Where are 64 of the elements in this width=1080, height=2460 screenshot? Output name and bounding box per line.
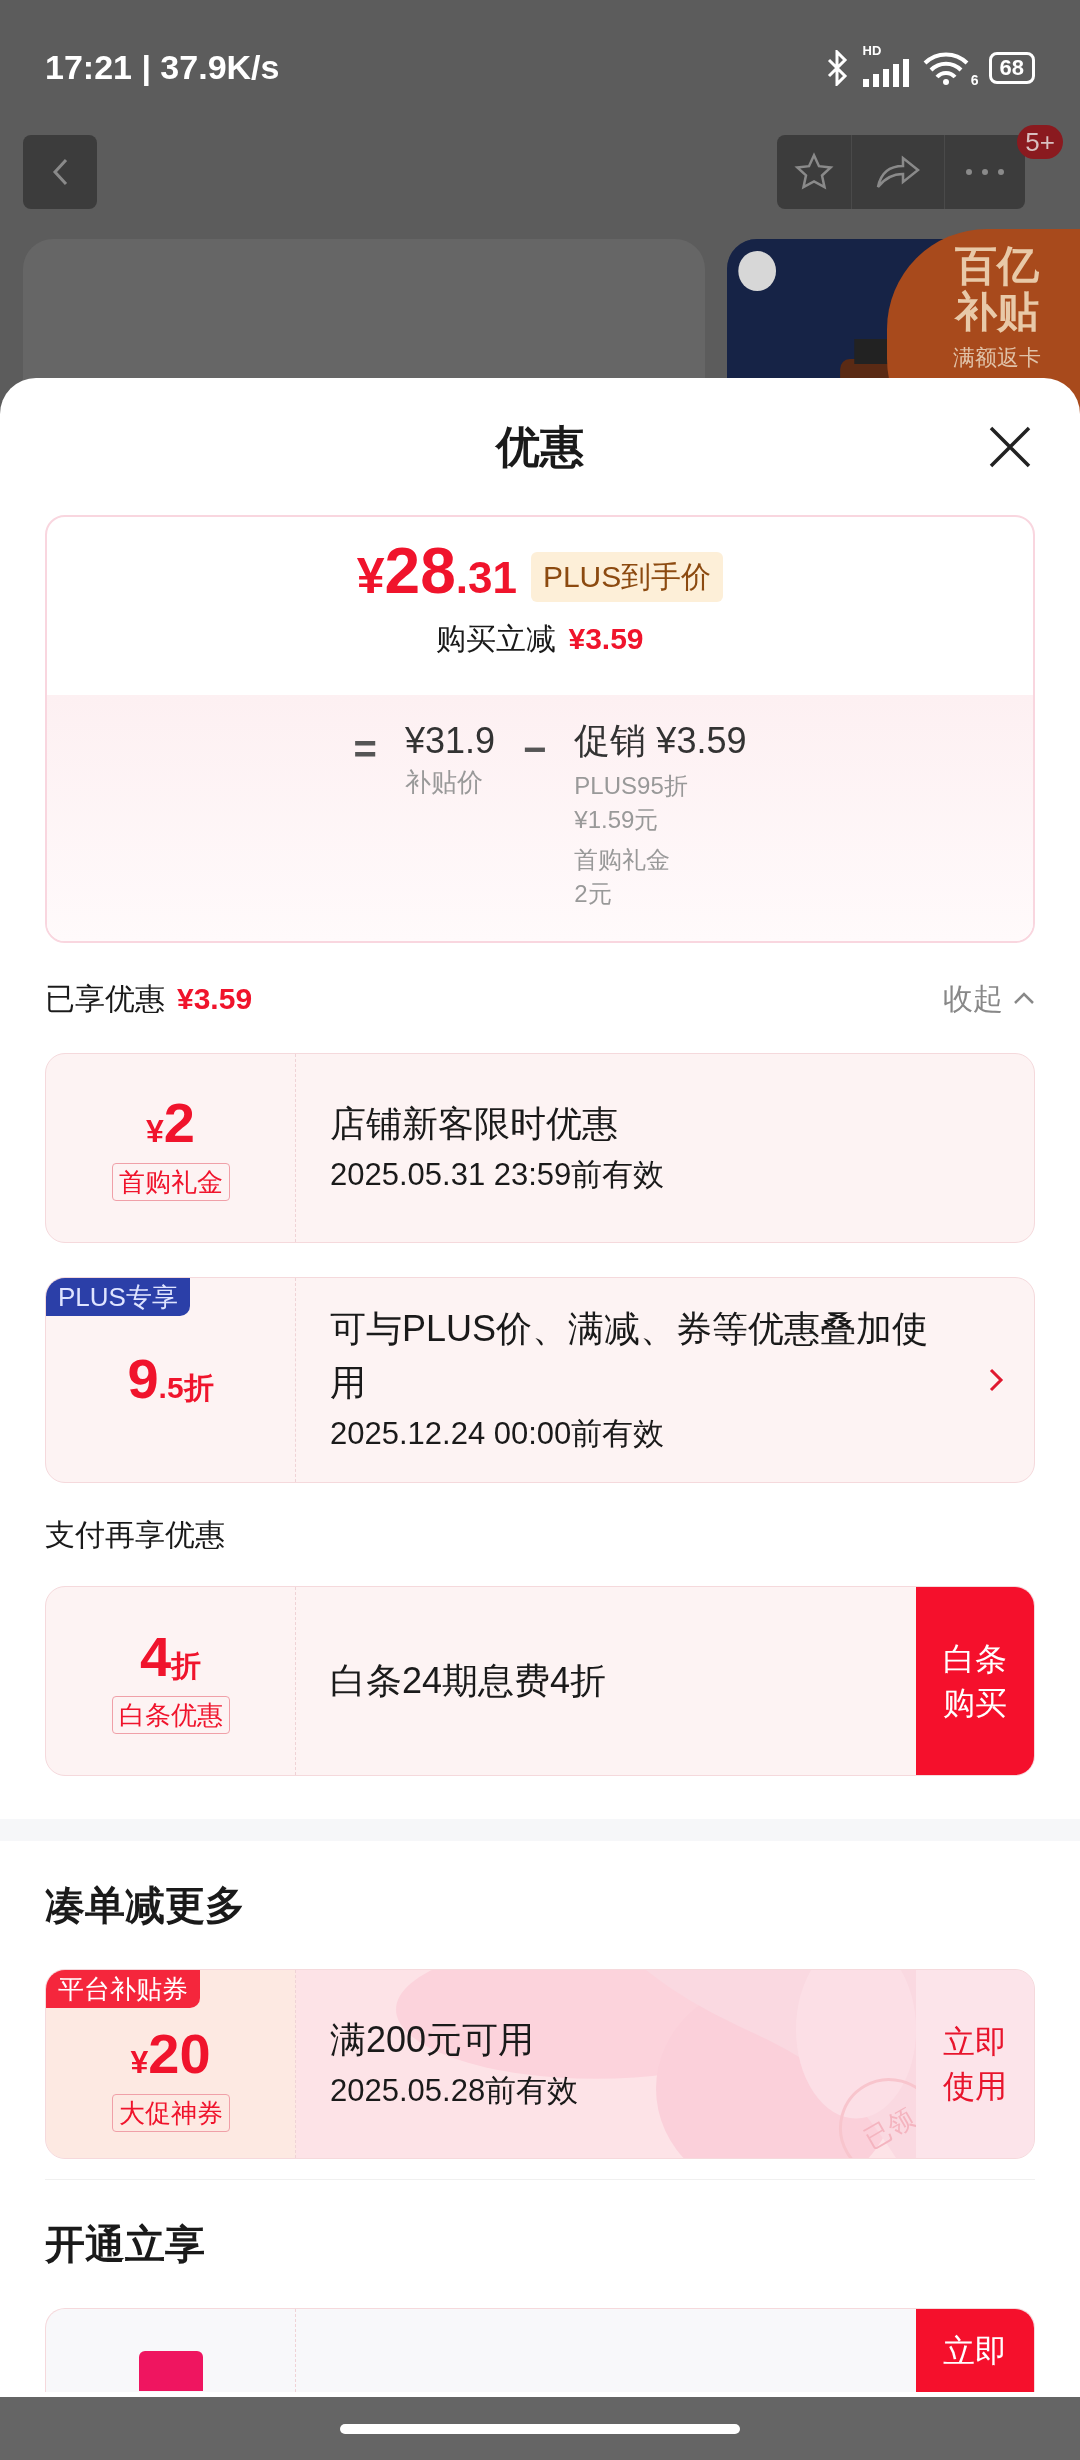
coupon-unit: 折: [171, 1648, 202, 1684]
wifi-label: 6: [970, 70, 979, 90]
share-icon: [875, 154, 921, 190]
coupon-value: 20: [148, 2026, 211, 2082]
action-button[interactable]: 白条 购买: [916, 1587, 1034, 1775]
currency-symbol: ¥: [130, 2044, 149, 2082]
card-icon: [138, 2350, 203, 2391]
coupon-value: 4: [139, 1628, 172, 1685]
plus-price-tag: PLUS到手价: [530, 551, 724, 602]
more-icon: [965, 168, 1005, 176]
coupon-tag: 大促神券: [111, 2094, 230, 2132]
wifi-icon: [922, 50, 969, 85]
coupon-validity: 2025.05.31 23:59前有效: [330, 1156, 666, 1194]
coupon-unit: .5折: [158, 1369, 214, 1406]
corner-label: PLUS专享: [46, 1278, 190, 1316]
section-heading: 开通立享: [45, 2221, 205, 2268]
coupon-title: 店铺新客限时优惠: [330, 1102, 619, 1146]
coupon-tag: 白条优惠: [111, 1695, 230, 1734]
chevron-left-icon: [51, 157, 69, 187]
reduce-label: 购买立减: [436, 621, 557, 657]
close-icon[interactable]: [988, 424, 1032, 469]
price-main: 28: [384, 539, 456, 603]
currency-symbol: ¥: [146, 1113, 164, 1151]
coupon-title: 白条24期息费4折: [330, 1659, 608, 1703]
coupon-value: 9: [127, 1350, 159, 1407]
promo-amount: 2元: [574, 879, 613, 909]
badge-subtitle: 满额返卡: [953, 344, 1041, 372]
chevron-up-icon: [1013, 991, 1035, 1005]
base-price: ¥31.9: [404, 719, 495, 763]
back-button[interactable]: [23, 135, 97, 209]
section-heading: 凑单减更多: [45, 1882, 245, 1929]
coupon-tag: 首购礼金: [111, 1163, 230, 1201]
promo-label: 首购礼金: [574, 845, 672, 875]
action-button[interactable]: 立即: [916, 2309, 1034, 2392]
coupon-value: 2: [163, 1095, 195, 1151]
share-button[interactable]: [851, 135, 945, 209]
bluetooth-icon: [826, 49, 849, 86]
hd-label: HD: [862, 41, 882, 60]
savings-amount: ¥3.59: [177, 980, 253, 1017]
collapse-button[interactable]: 收起: [943, 975, 1035, 1021]
coupon-title: 满200元可用: [330, 2018, 536, 2062]
promo-amount: ¥1.59元: [574, 805, 660, 835]
status-time: 17:21 | 37.9K/s: [45, 47, 280, 88]
chevron-right-icon[interactable]: [988, 1367, 1004, 1393]
price-decimal: .31: [455, 552, 517, 604]
battery-indicator: 68: [988, 51, 1035, 84]
notification-badge: 5+: [1017, 125, 1063, 159]
coupon-title: 可与PLUS价、满减、券等优惠叠加使用: [330, 1307, 930, 1405]
promo-label: PLUS95折: [574, 771, 689, 801]
coupon-validity: 2025.12.24 00:00前有效: [330, 1415, 666, 1453]
minus-sign: −: [523, 726, 547, 773]
corner-label: 平台补贴券: [46, 1970, 200, 2008]
star-icon: [793, 152, 835, 192]
price-currency: ¥: [356, 547, 385, 606]
reduce-amount: ¥3.59: [568, 621, 644, 657]
section-heading: 支付再享优惠: [45, 1517, 225, 1553]
equals-sign: =: [353, 726, 377, 773]
badge-title: 百亿补贴: [953, 243, 1040, 335]
base-price-label: 补贴价: [404, 766, 484, 799]
coupon-validity: 2025.05.28前有效: [330, 2072, 580, 2110]
sheet-title: 优惠: [496, 420, 584, 473]
savings-label: 已享优惠: [45, 980, 165, 1017]
signal-icon: [862, 58, 909, 87]
promo-total: 促销 ¥3.59: [574, 719, 747, 763]
